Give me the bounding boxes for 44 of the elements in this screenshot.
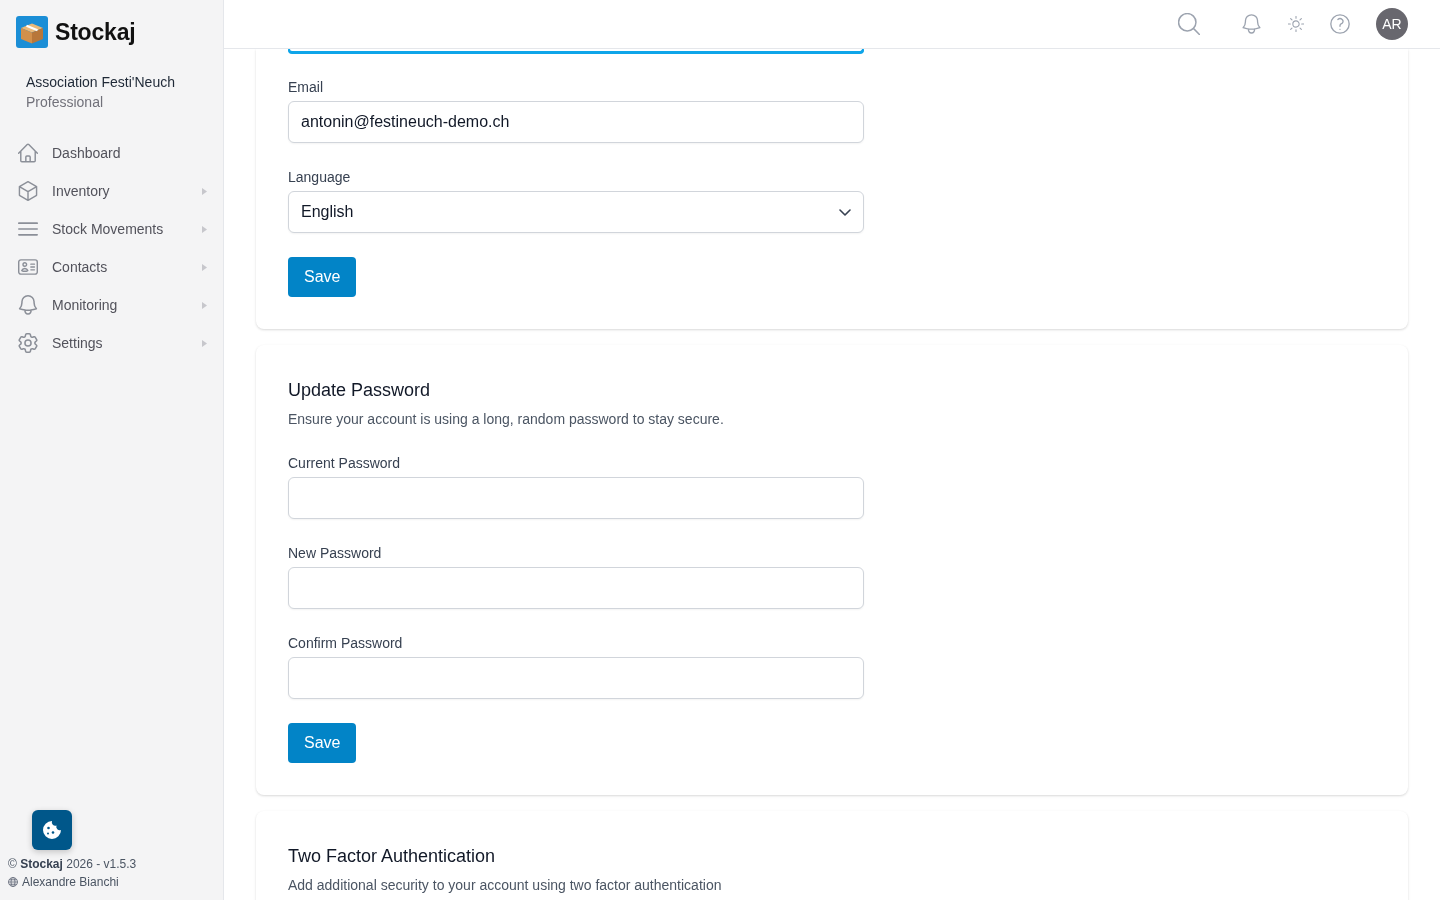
select-field[interactable]: English <box>288 191 864 233</box>
save-button[interactable]: Save <box>288 257 357 297</box>
section-description: Ensure your account is using a long, random password to stay secure. <box>288 410 724 429</box>
nav-item[interactable]: Contacts <box>0 248 223 286</box>
cookie-settings-button[interactable] <box>32 810 72 850</box>
section-title: Two Factor Authentication <box>288 845 496 868</box>
field-label: Language <box>288 168 351 187</box>
save-button[interactable]: Save <box>288 723 357 763</box>
chevron-down-icon <box>839 208 851 216</box>
password-field[interactable] <box>288 657 864 699</box>
section-description: Add additional security to your account using two factor authentication <box>288 876 722 895</box>
nav-item[interactable]: Settings <box>0 324 223 362</box>
field-label: New Password <box>288 544 382 563</box>
list-icon <box>18 219 38 239</box>
nav-item[interactable]: Stock Movements <box>0 210 223 248</box>
gear-icon <box>18 333 38 353</box>
field-label: Confirm Password <box>288 634 403 653</box>
copyright-text: © Stockaj 2026 - v1.5.3 <box>8 856 137 873</box>
field-label: Current Password <box>288 454 401 473</box>
password-field[interactable] <box>288 567 864 609</box>
nav-item[interactable]: Inventory <box>0 172 223 210</box>
section-title: Update Password <box>288 379 431 402</box>
bell-icon[interactable] <box>1242 14 1261 34</box>
field-label: Email <box>288 78 323 97</box>
sun-icon[interactable] <box>1288 16 1304 32</box>
cube-icon <box>18 181 38 201</box>
password-field[interactable] <box>288 477 864 519</box>
globe-icon <box>8 877 18 887</box>
user-avatar[interactable]: AR <box>1376 8 1408 40</box>
cookie-icon <box>42 820 62 840</box>
text-field[interactable]: antonin@festineuch-demo.ch <box>288 101 864 143</box>
organization-name: Association Festi'Neuch <box>26 73 175 92</box>
nav-item[interactable]: Dashboard <box>0 134 223 172</box>
text-field[interactable] <box>288 49 864 53</box>
bell-icon <box>18 295 38 315</box>
nav-item[interactable]: Monitoring <box>0 286 223 324</box>
help-icon[interactable] <box>1330 14 1350 34</box>
brand-name: Stockaj <box>55 18 136 47</box>
id-card-icon <box>18 257 38 277</box>
plan-name: Professional <box>26 93 104 112</box>
user-name: Alexandre Bianchi <box>22 874 119 891</box>
logo-icon <box>16 16 48 48</box>
search-icon[interactable] <box>1178 13 1200 35</box>
home-icon <box>18 143 38 163</box>
